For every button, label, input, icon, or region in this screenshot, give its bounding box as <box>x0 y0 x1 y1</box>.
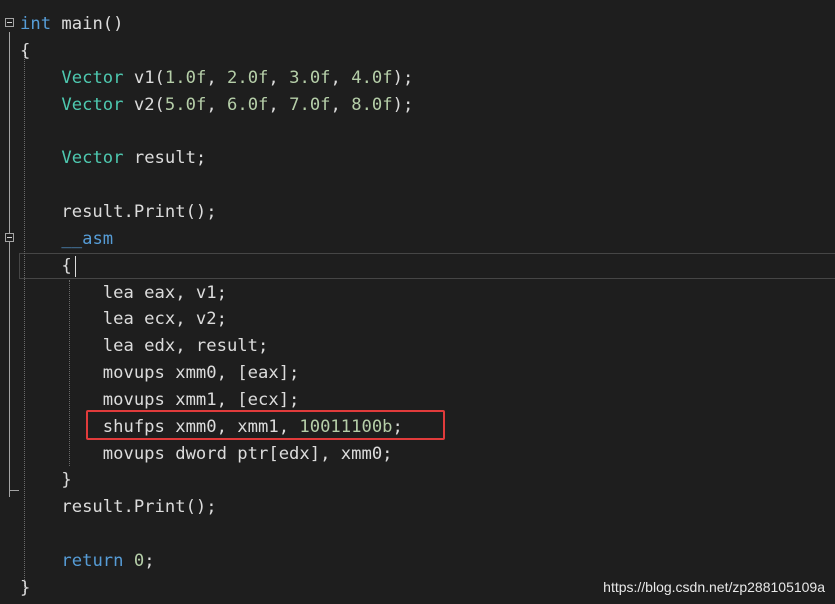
code-editor[interactable]: int main() { Vector v1(1.0f, 2.0f, 3.0f, … <box>0 0 835 604</box>
code-line-text: int main() <box>20 14 124 34</box>
code-line-text: } <box>20 470 72 491</box>
code-line[interactable]: { <box>0 253 835 280</box>
code-line-text: shufps xmm0, xmm1, 10011100b; <box>20 416 403 437</box>
code-line-text: return 0; <box>61 551 155 571</box>
code-line[interactable]: lea eax, v1; <box>0 280 835 307</box>
code-line-text: { <box>20 40 31 61</box>
code-line-text: movups dword ptr[edx], xmm0; <box>20 443 393 464</box>
code-line-text: lea edx, result; <box>20 336 269 357</box>
code-line-text: __asm <box>61 228 114 249</box>
code-line[interactable]: shufps xmm0, xmm1, 10011100b; <box>0 414 835 441</box>
code-line[interactable]: __asm <box>0 226 835 253</box>
code-line[interactable]: { <box>0 38 835 65</box>
code-line[interactable]: int main() <box>0 11 835 38</box>
code-line[interactable]: } <box>0 467 835 494</box>
code-line-text: lea eax, v1; <box>20 282 227 303</box>
code-line-text: Vector result; <box>61 148 207 169</box>
code-line-text: Vector v2(5.0f, 6.0f, 7.0f, 8.0f); <box>61 94 414 115</box>
code-line[interactable]: result.Print(); <box>0 199 835 226</box>
code-line[interactable]: Vector v2(5.0f, 6.0f, 7.0f, 8.0f); <box>0 92 835 119</box>
code-line-text: lea ecx, v2; <box>20 309 227 330</box>
code-line[interactable] <box>0 172 835 199</box>
watermark: https://blog.csdn.net/zp288105109a <box>603 579 825 595</box>
code-line[interactable]: Vector v1(1.0f, 2.0f, 3.0f, 4.0f); <box>0 65 835 92</box>
code-line[interactable]: result.Print(); <box>0 494 835 521</box>
code-line-text: { <box>20 255 72 276</box>
code-line[interactable]: return 0; <box>0 548 835 575</box>
code-line[interactable]: movups dword ptr[edx], xmm0; <box>0 441 835 468</box>
code-line-text: movups xmm0, [eax]; <box>20 363 300 384</box>
code-line[interactable] <box>0 118 835 145</box>
code-line[interactable]: movups xmm0, [eax]; <box>0 360 835 387</box>
code-line[interactable] <box>0 521 835 548</box>
code-line-text: movups xmm1, [ecx]; <box>20 389 300 410</box>
code-line-text: result.Print(); <box>20 497 217 518</box>
code-line[interactable]: lea ecx, v2; <box>0 306 835 333</box>
code-line-text: } <box>20 577 31 598</box>
code-line[interactable]: lea edx, result; <box>0 333 835 360</box>
code-line-text: result.Print(); <box>20 201 217 222</box>
code-line-text: Vector v1(1.0f, 2.0f, 3.0f, 4.0f); <box>61 67 414 88</box>
code-line[interactable]: Vector result; <box>0 145 835 172</box>
code-line[interactable]: movups xmm1, [ecx]; <box>0 387 835 414</box>
